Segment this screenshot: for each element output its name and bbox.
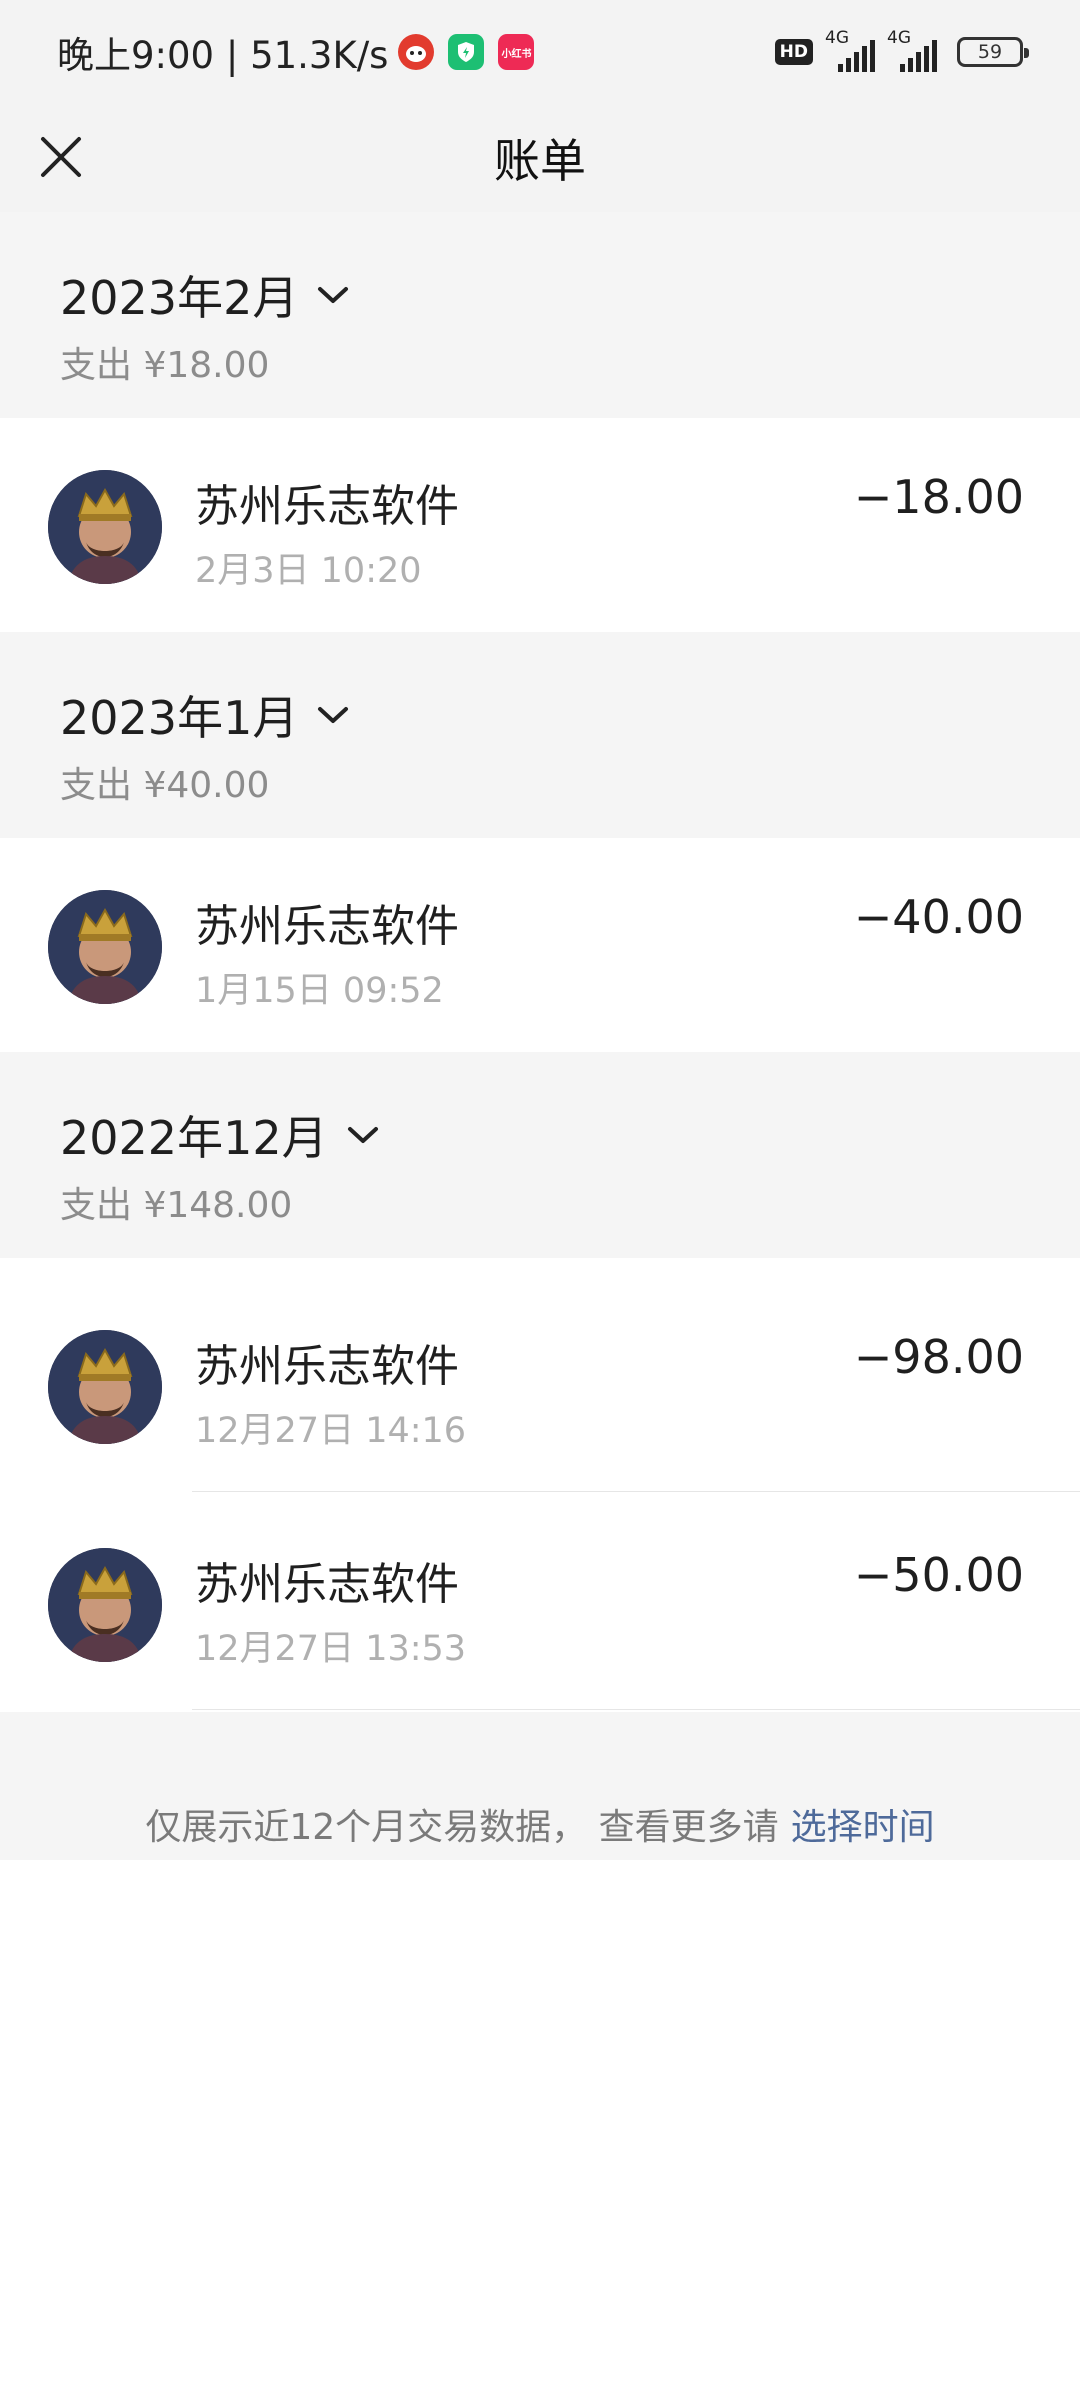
month-title: 2023年1月 — [60, 691, 299, 745]
merchant-name: 苏州乐志软件 — [195, 901, 459, 952]
transaction-amount: −40.00 — [853, 890, 1024, 944]
row-divider — [192, 1491, 1080, 1492]
status-bar: 晚上9:00 | 51.3K/s 小红书 HD 4G 4G 59 — [0, 0, 1080, 104]
transaction-time: 2月3日 10:20 — [195, 551, 422, 591]
xiaohongshu-notification-icon: 小红书 — [498, 34, 535, 70]
status-left: 晚上9:00 | 51.3K/s 小红书 — [57, 25, 548, 79]
month-spend-total: 支出 ¥40.00 — [60, 765, 270, 806]
month-spend-total: 支出 ¥18.00 — [60, 345, 270, 386]
header: 账单 — [0, 104, 1080, 212]
chevron-down-icon — [316, 278, 350, 312]
transaction-time: 1月15日 09:52 — [195, 971, 444, 1011]
row-divider — [192, 1709, 1080, 1710]
footer-note: 仅展示近12个月交易数据， 查看更多请 选择时间 — [0, 1712, 1080, 1860]
transaction-amount: −18.00 — [853, 470, 1024, 524]
transaction-item[interactable]: 苏州乐志软件 1月15日 09:52 −40.00 — [0, 838, 1080, 1052]
avatar — [48, 890, 162, 1004]
page-title: 账单 — [494, 134, 586, 188]
avatar — [48, 1548, 162, 1662]
status-right: HD 4G 4G 59 — [774, 28, 1029, 72]
transaction-item[interactable]: 苏州乐志软件 12月27日 14:16 −98.00 — [0, 1278, 1080, 1492]
month-spend-total: 支出 ¥148.00 — [60, 1185, 293, 1226]
signal-1-icon: 4G — [825, 28, 875, 72]
month-title: 2022年12月 — [60, 1111, 328, 1165]
close-button[interactable] — [26, 122, 96, 192]
transaction-amount: −98.00 — [853, 1330, 1024, 1384]
chevron-down-icon — [346, 1118, 380, 1152]
month-selector[interactable]: 2023年1月 — [60, 682, 350, 748]
chevron-down-icon — [316, 698, 350, 732]
battery-icon: 59 — [957, 37, 1029, 67]
close-icon — [41, 137, 81, 177]
month-section-header: 2022年12月 支出 ¥148.00 — [0, 1052, 1080, 1258]
month-selector[interactable]: 2023年2月 — [60, 262, 350, 328]
transaction-item[interactable]: 苏州乐志软件 12月27日 13:53 −50.00 — [0, 1496, 1080, 1710]
month-selector[interactable]: 2022年12月 — [60, 1102, 380, 1168]
signal-2-icon: 4G — [887, 28, 937, 72]
merchant-name: 苏州乐志软件 — [195, 1341, 459, 1392]
hd-badge: HD — [774, 39, 813, 65]
month-section-header: 2023年1月 支出 ¥40.00 — [0, 632, 1080, 838]
transaction-amount: −50.00 — [853, 1548, 1024, 1602]
notification-icons: 小红书 — [398, 34, 548, 70]
shield-notification-icon — [448, 34, 485, 70]
avatar — [48, 1330, 162, 1444]
transaction-time: 12月27日 13:53 — [195, 1629, 467, 1669]
select-time-link[interactable]: 选择时间 — [791, 1798, 935, 1850]
transaction-time: 12月27日 14:16 — [195, 1411, 467, 1451]
avatar — [48, 470, 162, 584]
battery-level: 59 — [977, 41, 1003, 63]
merchant-name: 苏州乐志软件 — [195, 481, 459, 532]
month-title: 2023年2月 — [60, 271, 299, 325]
app-notification-icon — [398, 34, 435, 70]
status-time: 晚上9:00 | 51.3K/s — [57, 34, 389, 77]
month-section-header: 2023年2月 支出 ¥18.00 — [0, 212, 1080, 418]
footer-text: 仅展示近12个月交易数据， 查看更多请 — [145, 1807, 779, 1848]
merchant-name: 苏州乐志软件 — [195, 1559, 459, 1610]
transaction-item[interactable]: 苏州乐志软件 2月3日 10:20 −18.00 — [0, 418, 1080, 632]
